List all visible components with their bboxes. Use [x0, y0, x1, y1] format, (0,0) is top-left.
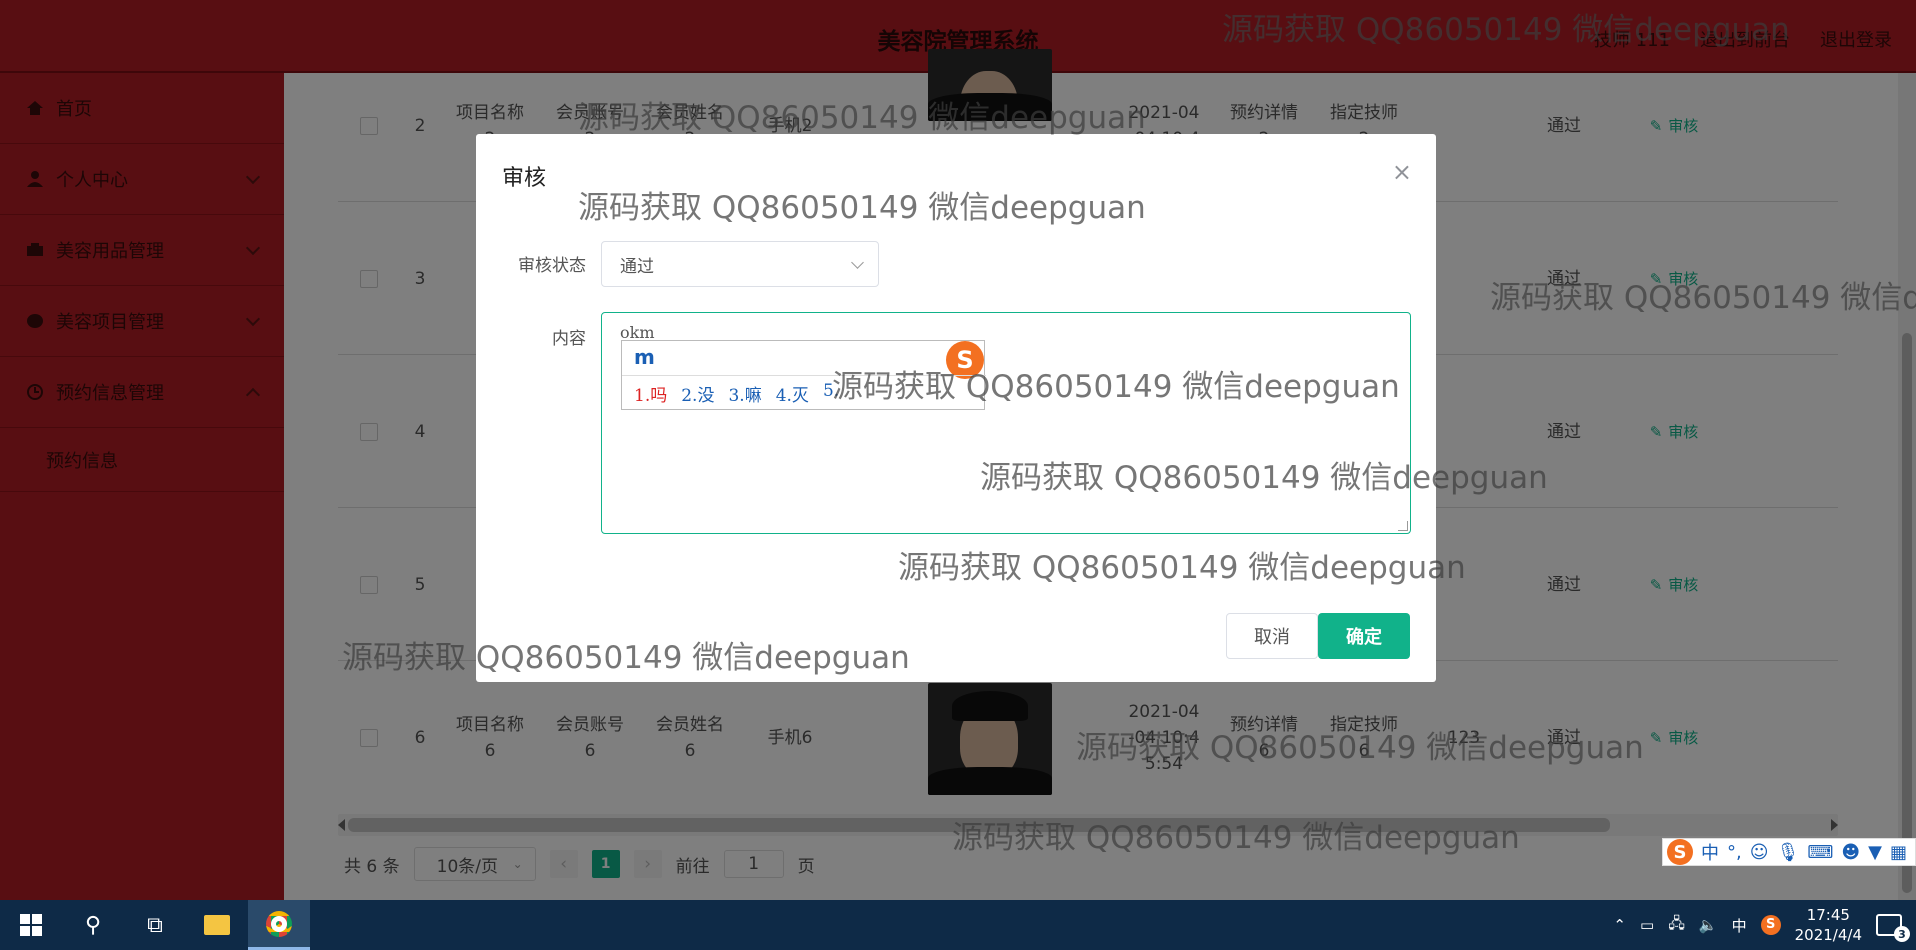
watermark: 源码获取 QQ86050149 微信deepguan: [1490, 280, 1916, 316]
clock-time: 17:45: [1806, 906, 1850, 924]
start-button[interactable]: [0, 900, 62, 950]
watermark: 源码获取 QQ86050149 微信deepguan: [832, 369, 1400, 405]
ime-indicator[interactable]: 中: [1732, 915, 1747, 936]
watermark: 源码获取 QQ86050149 微信deepguan: [980, 460, 1548, 496]
punctuation-icon[interactable]: °,: [1727, 842, 1742, 863]
close-icon[interactable]: ×: [1392, 158, 1412, 186]
skin-icon[interactable]: ▼: [1868, 842, 1882, 863]
taskbar: ⚲ ⧉ ⌃ ▭ 🖧 🔈 中 S 17:45 2021/4/4 3: [0, 900, 1916, 950]
clock[interactable]: 17:45 2021/4/4: [1795, 905, 1862, 945]
system-tray: ⌃ ▭ 🖧 🔈 中 S 17:45 2021/4/4 3: [1613, 900, 1916, 950]
watermark: 源码获取 QQ86050149 微信deepguan: [578, 190, 1146, 226]
ime-toolbar: S 中 °, ☺ 🎙 ⌨ ☻ ▼ ▦: [1662, 838, 1916, 866]
battery-icon[interactable]: ▭: [1640, 916, 1654, 934]
microphone-icon[interactable]: 🎙: [1777, 842, 1800, 863]
status-label: 审核状态: [518, 256, 586, 276]
watermark: 源码获取 QQ86050149 微信deepguan: [578, 100, 1146, 136]
ime-candidate[interactable]: 3.嘛: [728, 381, 761, 406]
watermark: 源码获取 QQ86050149 微信deepguan: [342, 640, 910, 676]
task-view-icon[interactable]: ⧉: [124, 900, 186, 950]
user-icon[interactable]: ☻: [1841, 842, 1860, 863]
chevron-up-icon[interactable]: ⌃: [1613, 916, 1626, 934]
status-select[interactable]: 通过: [601, 241, 879, 287]
confirm-button[interactable]: 确定: [1318, 613, 1410, 659]
notification-count: 3: [1894, 926, 1910, 942]
windows-icon: [20, 914, 42, 936]
dialog-title: 审核: [502, 166, 547, 191]
ime-candidate[interactable]: 2.没: [681, 381, 714, 406]
sogou-logo-icon[interactable]: S: [1667, 839, 1693, 865]
cancel-button[interactable]: 取消: [1226, 613, 1318, 659]
file-explorer-icon[interactable]: [186, 900, 248, 950]
ime-candidate[interactable]: 4.灭: [776, 381, 809, 406]
ime-mode[interactable]: 中: [1701, 839, 1719, 865]
grid-icon[interactable]: ▦: [1890, 842, 1907, 863]
ime-candidates: 1.吗 2.没 3.嘛 4.灭 5.: [634, 381, 839, 406]
resize-handle-icon[interactable]: [1398, 521, 1408, 531]
emoji-icon[interactable]: ☺: [1750, 842, 1769, 863]
keyboard-icon[interactable]: ⌨: [1807, 842, 1833, 863]
chevron-down-icon: [851, 255, 864, 269]
ime-typed-text: m: [634, 345, 655, 369]
search-icon[interactable]: ⚲: [62, 900, 124, 950]
chrome-icon[interactable]: [248, 900, 310, 950]
clock-date: 2021/4/4: [1794, 926, 1862, 944]
sogou-tray-icon[interactable]: S: [1760, 915, 1781, 935]
volume-icon[interactable]: 🔈: [1699, 916, 1718, 934]
content-label: 内容: [552, 329, 586, 349]
watermark: 源码获取 QQ86050149 微信deepguan: [952, 820, 1520, 856]
watermark: 源码获取 QQ86050149 微信deepguan: [1076, 730, 1644, 766]
watermark: 源码获取 QQ86050149 微信deepguan: [898, 550, 1466, 586]
notification-icon[interactable]: 3: [1876, 914, 1910, 942]
network-icon[interactable]: 🖧: [1668, 913, 1685, 938]
watermark: 源码获取 QQ86050149 微信deepguan: [1222, 12, 1790, 48]
ime-candidate[interactable]: 1.吗: [634, 381, 667, 406]
